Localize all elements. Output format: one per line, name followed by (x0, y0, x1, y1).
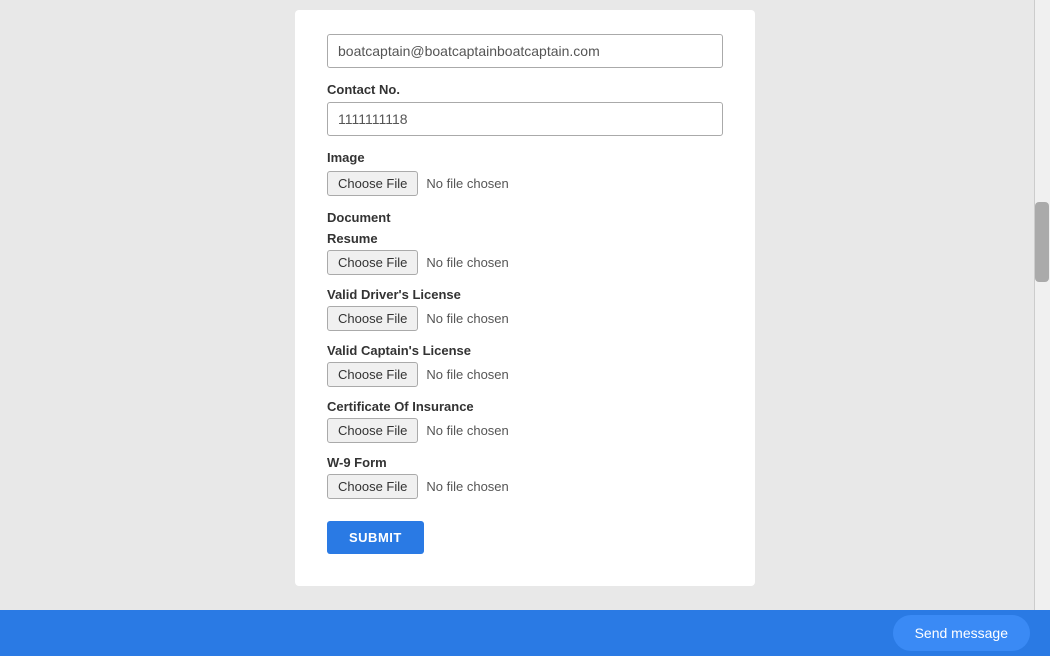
contact-field-group: Contact No. (327, 82, 723, 136)
image-file-row: Choose File No file chosen (327, 171, 723, 196)
captains-license-choose-file-button[interactable]: Choose File (327, 362, 418, 387)
w9-form-choose-file-button[interactable]: Choose File (327, 474, 418, 499)
email-input[interactable] (327, 34, 723, 68)
certificate-insurance-file-row: Choose File No file chosen (327, 418, 723, 443)
drivers-license-label: Valid Driver's License (327, 287, 723, 302)
document-section-label: Document (327, 210, 723, 225)
w9-form-group: W-9 Form Choose File No file chosen (327, 455, 723, 499)
certificate-insurance-label: Certificate Of Insurance (327, 399, 723, 414)
certificate-insurance-no-file-text: No file chosen (426, 423, 508, 438)
drivers-license-no-file-text: No file chosen (426, 311, 508, 326)
resume-label: Resume (327, 231, 723, 246)
bottom-bar: Send message (0, 610, 1050, 656)
captains-license-file-row: Choose File No file chosen (327, 362, 723, 387)
page-wrapper: Contact No. Image Choose File No file ch… (0, 0, 1050, 610)
scrollbar[interactable] (1034, 0, 1050, 610)
send-message-button[interactable]: Send message (893, 615, 1030, 651)
drivers-license-file-row: Choose File No file chosen (327, 306, 723, 331)
document-section: Document Resume Choose File No file chos… (327, 210, 723, 499)
drivers-license-group: Valid Driver's License Choose File No fi… (327, 287, 723, 331)
image-no-file-text: No file chosen (426, 176, 508, 191)
contact-label: Contact No. (327, 82, 723, 97)
resume-choose-file-button[interactable]: Choose File (327, 250, 418, 275)
form-card: Contact No. Image Choose File No file ch… (295, 10, 755, 586)
w9-form-no-file-text: No file chosen (426, 479, 508, 494)
certificate-insurance-group: Certificate Of Insurance Choose File No … (327, 399, 723, 443)
w9-form-file-row: Choose File No file chosen (327, 474, 723, 499)
resume-group: Resume Choose File No file chosen (327, 231, 723, 275)
captains-license-label: Valid Captain's License (327, 343, 723, 358)
image-choose-file-button[interactable]: Choose File (327, 171, 418, 196)
scrollbar-thumb[interactable] (1035, 202, 1049, 282)
contact-input[interactable] (327, 102, 723, 136)
captains-license-group: Valid Captain's License Choose File No f… (327, 343, 723, 387)
submit-button[interactable]: SUBMIT (327, 521, 424, 554)
email-field-group (327, 34, 723, 68)
certificate-insurance-choose-file-button[interactable]: Choose File (327, 418, 418, 443)
resume-file-row: Choose File No file chosen (327, 250, 723, 275)
captains-license-no-file-text: No file chosen (426, 367, 508, 382)
image-label: Image (327, 150, 723, 165)
w9-form-label: W-9 Form (327, 455, 723, 470)
image-field-group: Image Choose File No file chosen (327, 150, 723, 196)
drivers-license-choose-file-button[interactable]: Choose File (327, 306, 418, 331)
resume-no-file-text: No file chosen (426, 255, 508, 270)
